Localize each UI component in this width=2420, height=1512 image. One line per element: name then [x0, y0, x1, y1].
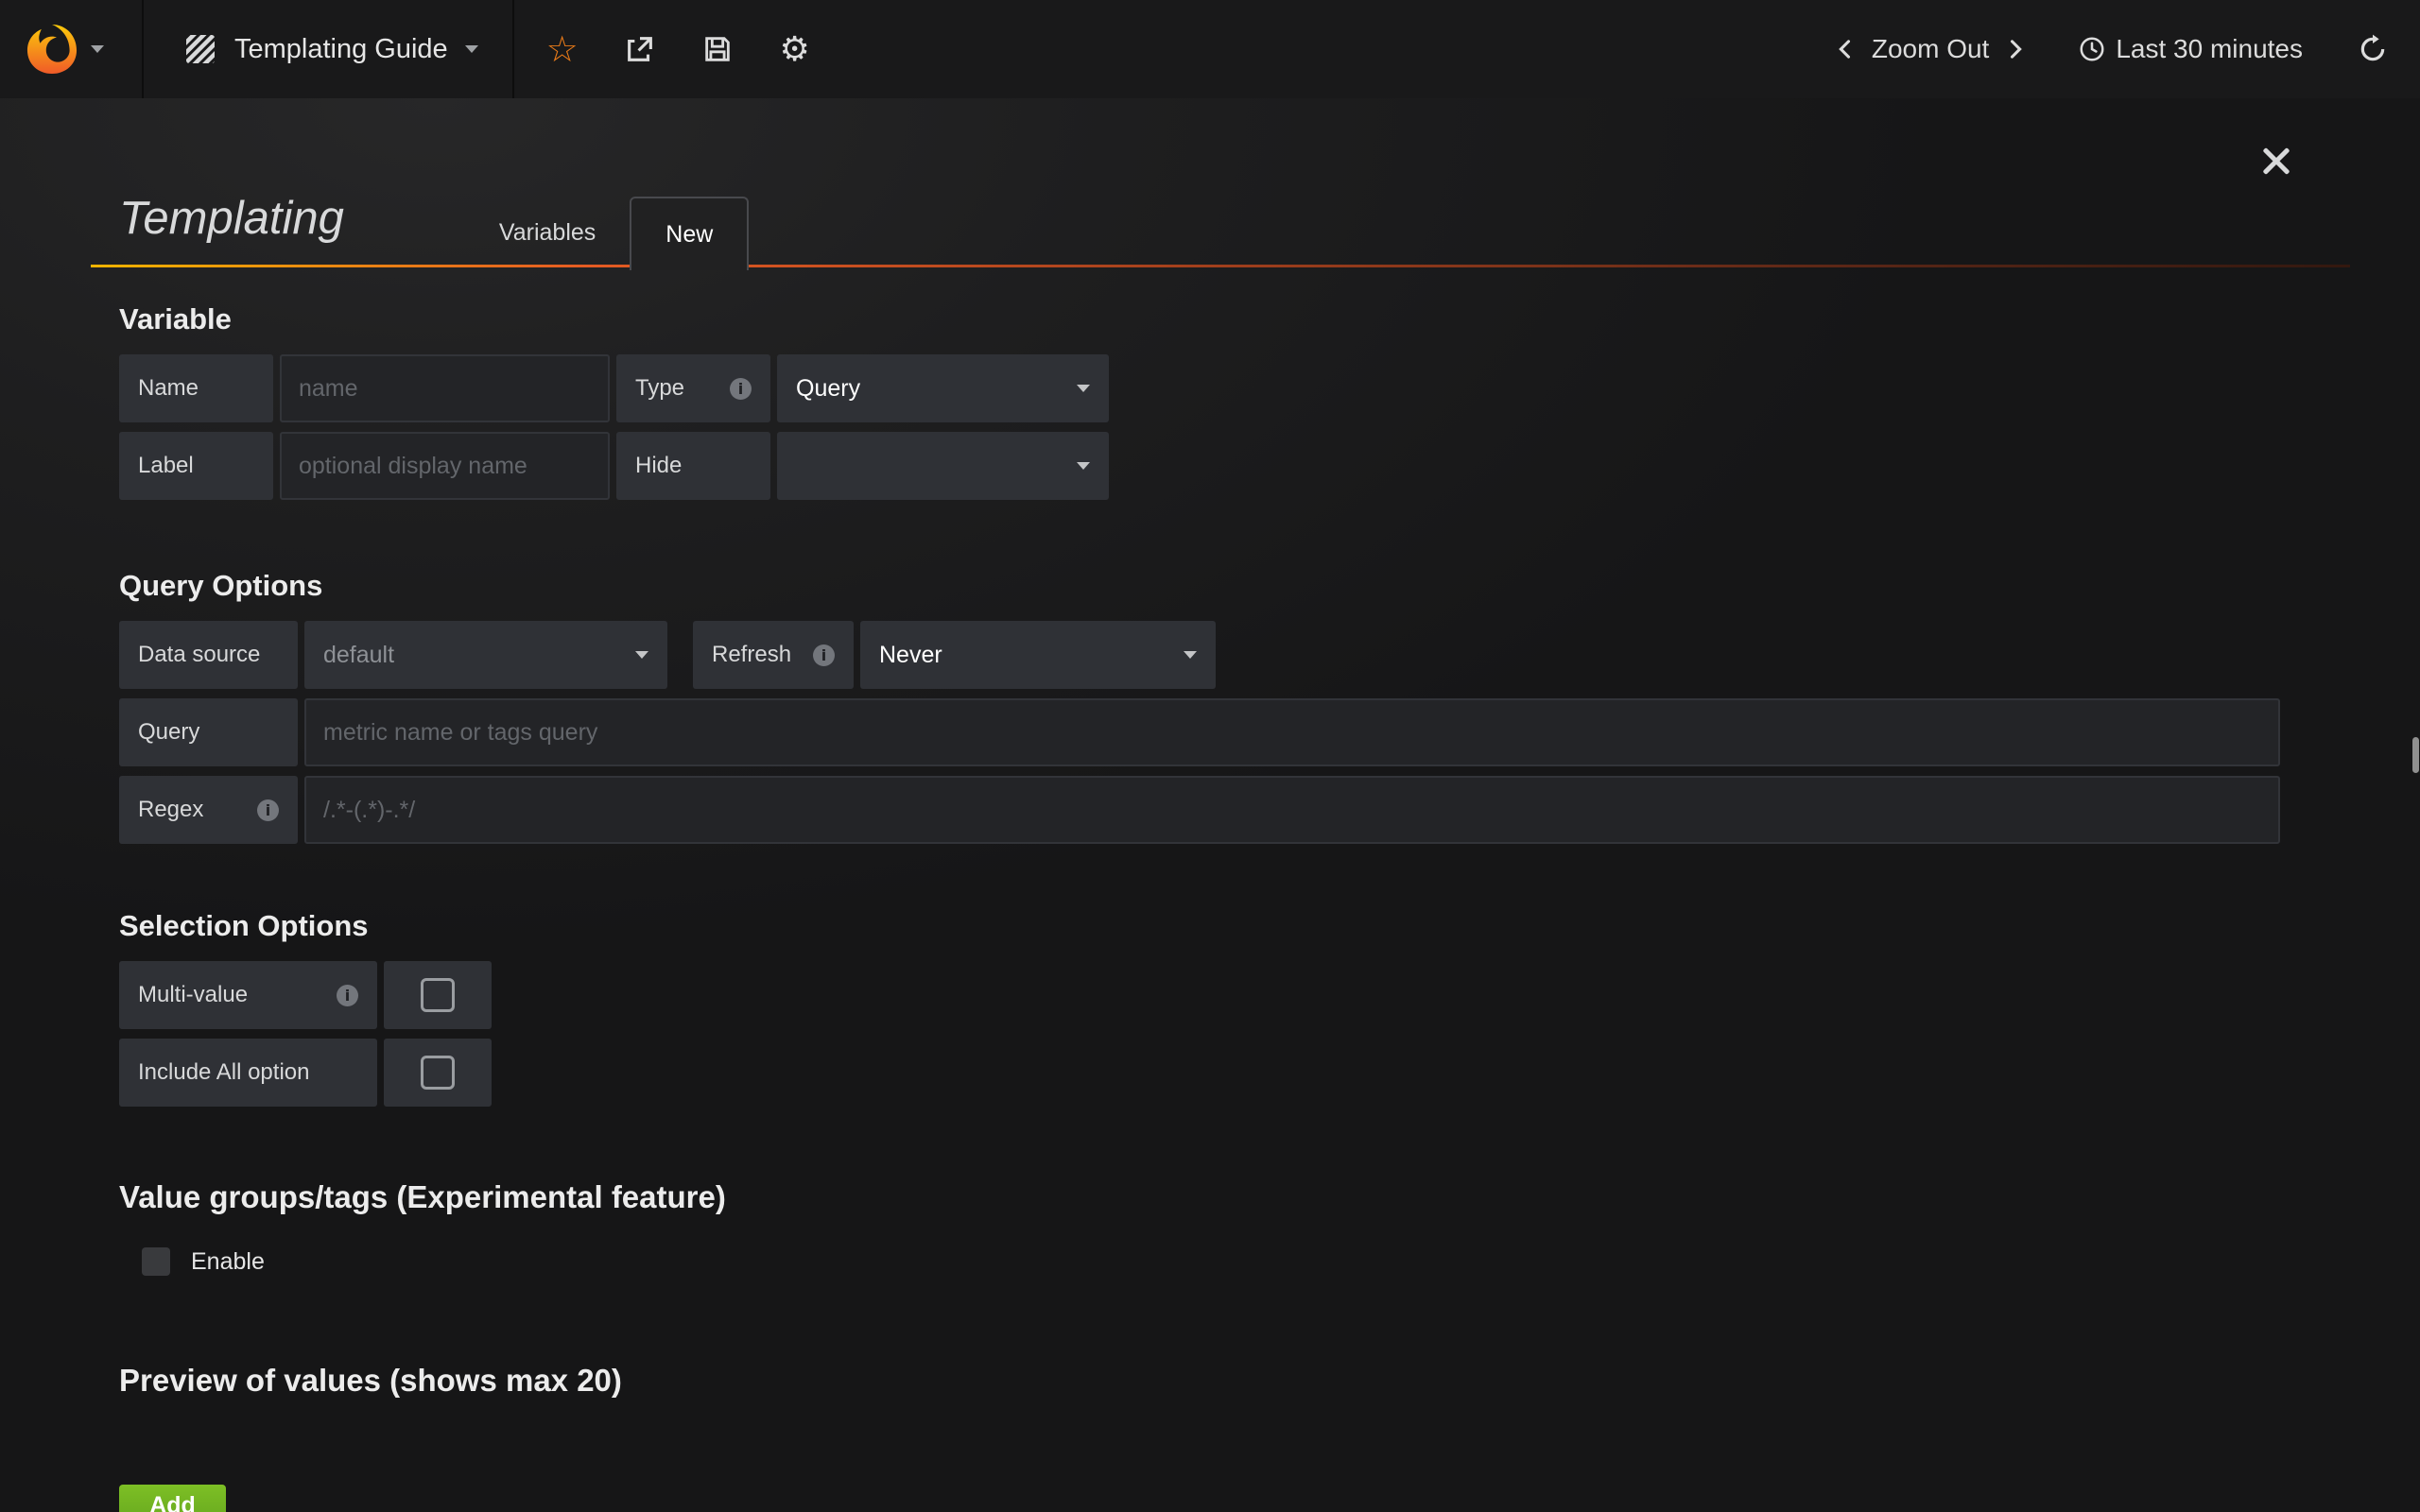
page-title: Templating [119, 192, 344, 245]
time-range-label: Last 30 minutes [2116, 34, 2303, 64]
selection-options-heading: Selection Options [119, 908, 2350, 944]
refresh-select-value: Never [879, 642, 942, 669]
label-label: Label [119, 432, 273, 500]
refresh-label: Refresh i [693, 621, 854, 689]
data-source-value: default [323, 642, 394, 669]
variable-label-row: Label Hide [119, 432, 2350, 500]
dashboard-title: Templating Guide [234, 34, 448, 65]
tab-variables[interactable]: Variables [465, 198, 630, 267]
hide-label: Hide [616, 432, 770, 500]
chevron-right-icon [2002, 36, 2029, 62]
datasource-row: Data source default Refresh i Never [119, 621, 2350, 689]
include-all-checkbox[interactable] [384, 1039, 492, 1107]
top-navbar: Templating Guide ☆ ⚙ [0, 0, 2420, 98]
variable-name-row: Name Type i Query [119, 354, 2350, 422]
preview-heading: Preview of values (shows max 20) [119, 1362, 2350, 1400]
time-shift-back-button[interactable] [1824, 0, 1866, 98]
hide-select[interactable] [777, 432, 1109, 500]
name-input[interactable] [280, 354, 610, 422]
time-range-picker[interactable]: Last 30 minutes [2078, 34, 2303, 64]
dashboard-picker[interactable]: Templating Guide [144, 0, 514, 98]
grafana-logo [23, 20, 81, 78]
enable-row: Enable [142, 1243, 2350, 1280]
chevron-down-icon [91, 45, 104, 53]
regex-row: Regex i [119, 776, 2350, 844]
dashboard-actions: ☆ ⚙ [524, 0, 834, 98]
chevron-down-icon [1077, 462, 1090, 470]
info-icon[interactable]: i [257, 799, 279, 821]
info-icon[interactable]: i [337, 985, 358, 1006]
close-icon[interactable] [2260, 145, 2292, 177]
page-header: Templating Variables New [91, 98, 2350, 267]
checkbox-icon [421, 978, 455, 1012]
grafana-menu-button[interactable] [0, 0, 144, 98]
chevron-left-icon [1832, 36, 1858, 62]
regex-label: Regex i [119, 776, 298, 844]
type-label: Type i [616, 354, 770, 422]
templating-settings-view: Templating Variables New Variable Name T… [0, 98, 2420, 1512]
info-icon[interactable]: i [813, 644, 835, 666]
info-icon[interactable]: i [730, 378, 752, 400]
time-shift-forward-button[interactable] [1995, 0, 2036, 98]
enable-label: Enable [191, 1248, 265, 1276]
regex-input[interactable] [304, 776, 2280, 844]
data-source-label: Data source [119, 621, 298, 689]
share-icon [624, 33, 656, 65]
star-button[interactable]: ☆ [524, 0, 601, 98]
query-options-heading: Query Options [119, 568, 2350, 604]
time-controls: Zoom Out Last 30 minutes [1824, 0, 2420, 98]
header-accent-line [91, 265, 2350, 267]
gear-icon: ⚙ [780, 30, 810, 69]
include-all-row: Include All option [119, 1039, 2350, 1107]
dashboard-icon [183, 32, 217, 66]
value-groups-heading: Value groups/tags (Experimental feature) [119, 1178, 2350, 1216]
multi-value-checkbox[interactable] [384, 961, 492, 1029]
save-button[interactable] [679, 0, 756, 98]
scrollbar-thumb[interactable] [2412, 737, 2419, 773]
variable-section-heading: Variable [119, 301, 2350, 337]
chevron-down-icon [635, 651, 648, 659]
data-source-select[interactable]: default [304, 621, 667, 689]
multi-value-label: Multi-value i [119, 961, 377, 1029]
type-select-value: Query [796, 375, 860, 403]
tab-bar: Variables New [465, 197, 749, 267]
checkbox-icon [421, 1056, 455, 1090]
query-label: Query [119, 698, 298, 766]
share-button[interactable] [601, 0, 679, 98]
refresh-select[interactable]: Never [860, 621, 1216, 689]
name-label: Name [119, 354, 273, 422]
include-all-label: Include All option [119, 1039, 377, 1107]
zoom-out-button[interactable]: Zoom Out [1866, 34, 1995, 64]
type-select[interactable]: Query [777, 354, 1109, 422]
multi-value-row: Multi-value i [119, 961, 2350, 1029]
tab-new[interactable]: New [630, 197, 749, 270]
query-row: Query [119, 698, 2350, 766]
chevron-down-icon [1184, 651, 1197, 659]
chevron-down-icon [465, 45, 478, 53]
refresh-button[interactable] [2358, 34, 2388, 64]
chevron-down-icon [1077, 385, 1090, 392]
settings-button[interactable]: ⚙ [756, 0, 834, 98]
label-input[interactable] [280, 432, 610, 500]
query-input[interactable] [304, 698, 2280, 766]
add-button[interactable]: Add [119, 1485, 226, 1512]
refresh-icon [2358, 34, 2388, 64]
enable-checkbox[interactable] [142, 1247, 170, 1276]
save-icon [701, 33, 734, 65]
clock-icon [2078, 35, 2106, 63]
star-icon: ☆ [546, 28, 579, 70]
